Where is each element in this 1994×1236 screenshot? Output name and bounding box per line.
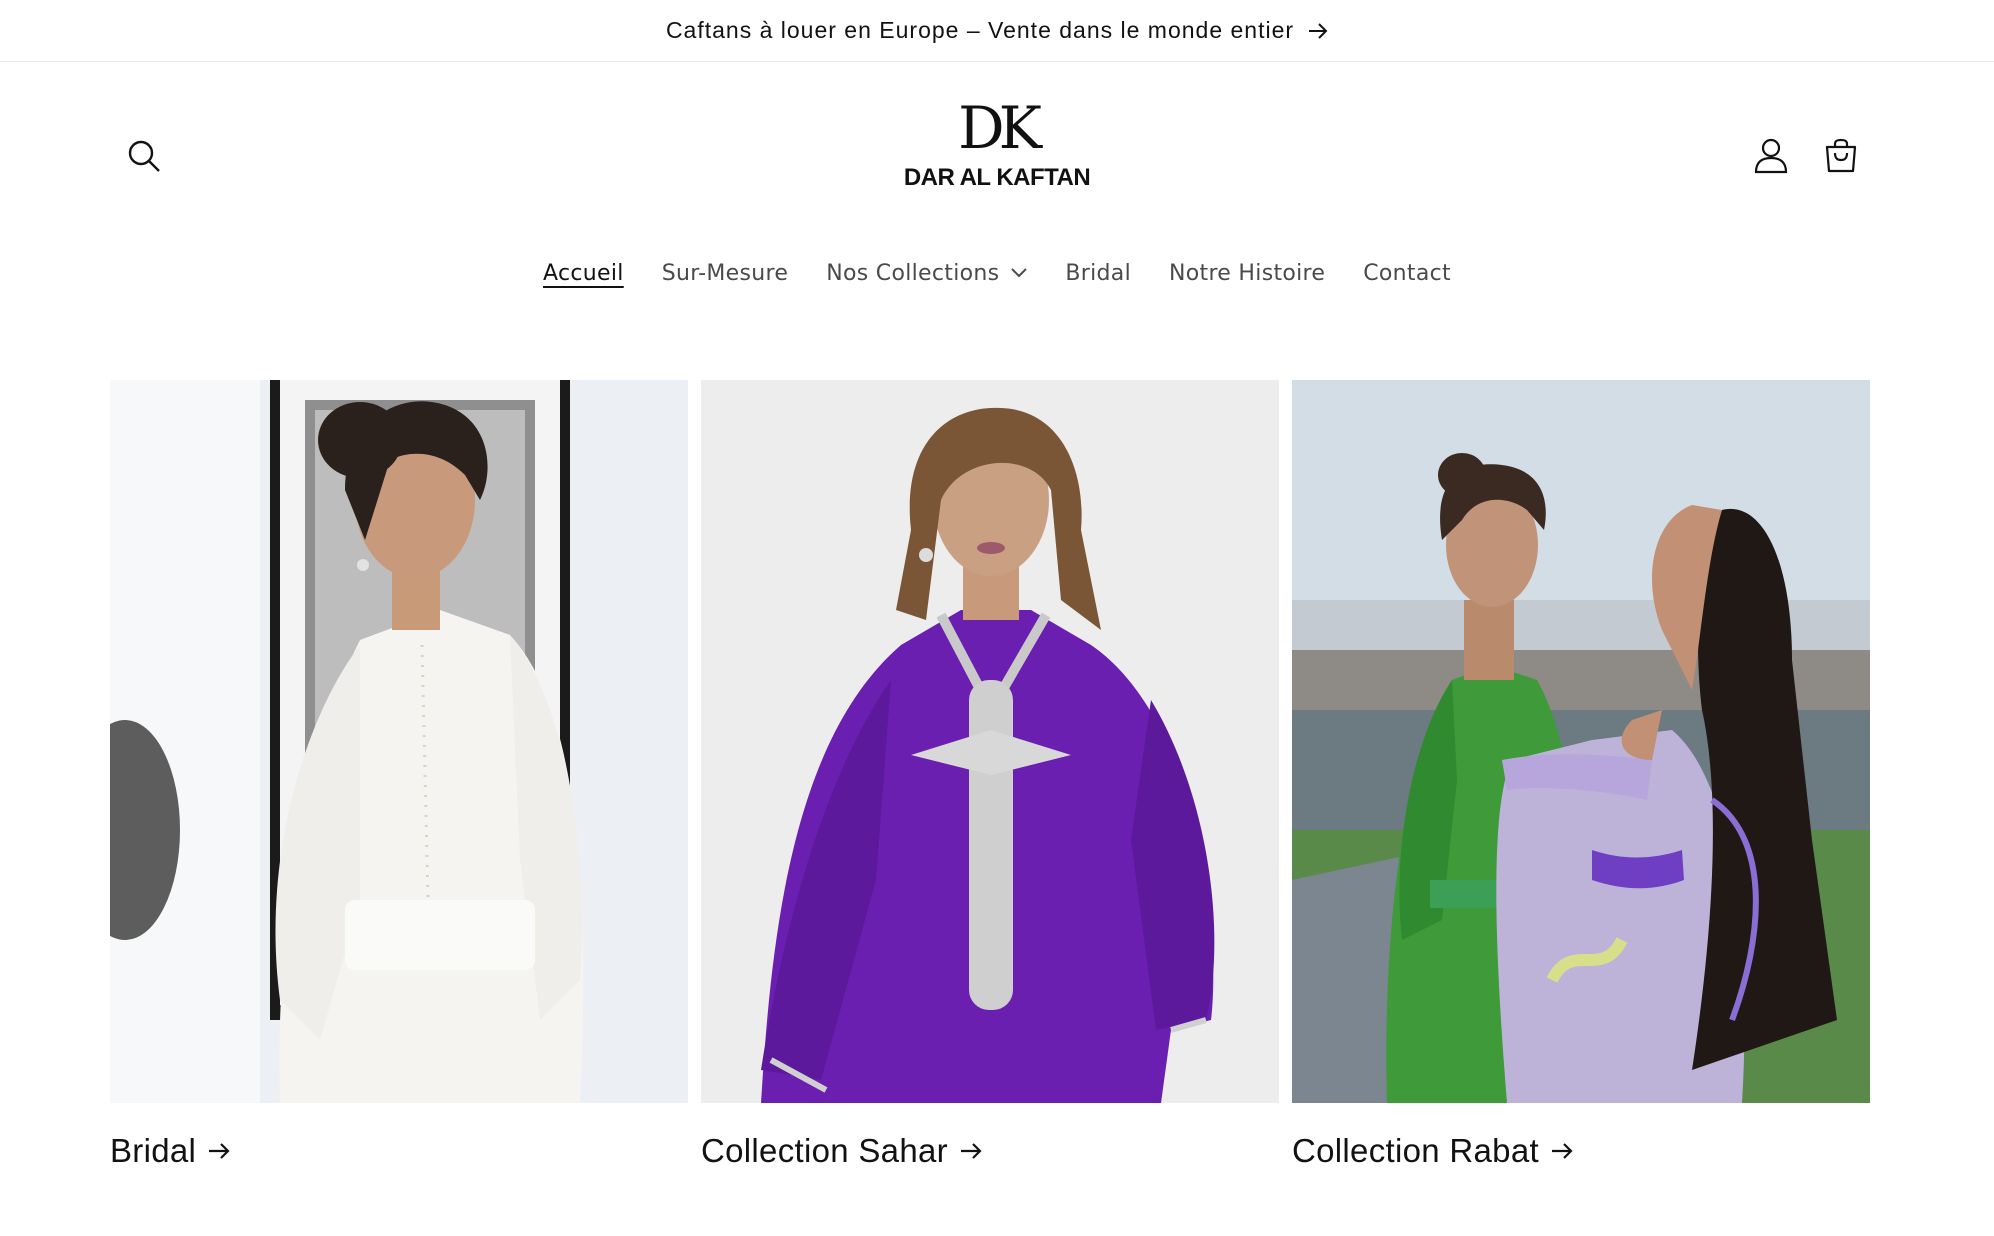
chevron-down-icon (1011, 268, 1028, 278)
nav-item-notre-histoire[interactable]: Notre Histoire (1169, 261, 1325, 286)
nav-item-bridal[interactable]: Bridal (1065, 261, 1131, 286)
announcement-text: Caftans à louer en Europe – Vente dans l… (665, 17, 1295, 43)
account-button[interactable] (1745, 130, 1797, 182)
nav-item-label: Nos Collections (826, 260, 1000, 286)
search-icon (126, 138, 162, 174)
nav-item-accueil[interactable]: Accueil (543, 261, 624, 286)
announcement-bar[interactable]: Caftans à louer en Europe – Vente dans l… (0, 0, 1994, 62)
main-nav: Accueil Sur-Mesure Nos Collections Brida… (0, 252, 1994, 294)
collection-title: Collection Sahar (701, 1132, 982, 1170)
logo-text: DAR AL KAFTAN (903, 164, 1091, 191)
collection-title-text: Collection Rabat (1292, 1132, 1539, 1169)
arrow-right-icon (1551, 1142, 1573, 1160)
shopping-bag-icon (1823, 138, 1859, 174)
arrow-right-icon (960, 1142, 982, 1160)
collection-title: Bridal (110, 1132, 230, 1170)
cart-button[interactable] (1815, 130, 1867, 182)
nav-item-nos-collections[interactable]: Nos Collections (826, 260, 1028, 286)
arrow-right-icon (208, 1142, 230, 1160)
search-button[interactable] (118, 130, 170, 182)
collection-image-rabat (1292, 380, 1870, 1103)
collection-title-text: Bridal (110, 1132, 197, 1169)
nav-item-contact[interactable]: Contact (1363, 261, 1451, 286)
logo-mark: DK (958, 94, 1042, 162)
logo[interactable]: DK DAR AL KAFTAN (880, 96, 1114, 206)
collection-title: Collection Rabat (1292, 1132, 1573, 1170)
arrow-right-icon (1308, 22, 1328, 39)
collection-card-bridal[interactable]: Bridal (110, 380, 688, 1170)
collection-image-bridal (110, 380, 688, 1103)
collection-card-sahar[interactable]: Collection Sahar (701, 380, 1279, 1170)
user-icon (1754, 138, 1788, 174)
nav-item-sur-mesure[interactable]: Sur-Mesure (662, 261, 789, 286)
collection-image-sahar (701, 380, 1279, 1103)
collection-card-rabat[interactable]: Collection Rabat (1292, 380, 1870, 1170)
collection-title-text: Collection Sahar (701, 1132, 948, 1169)
